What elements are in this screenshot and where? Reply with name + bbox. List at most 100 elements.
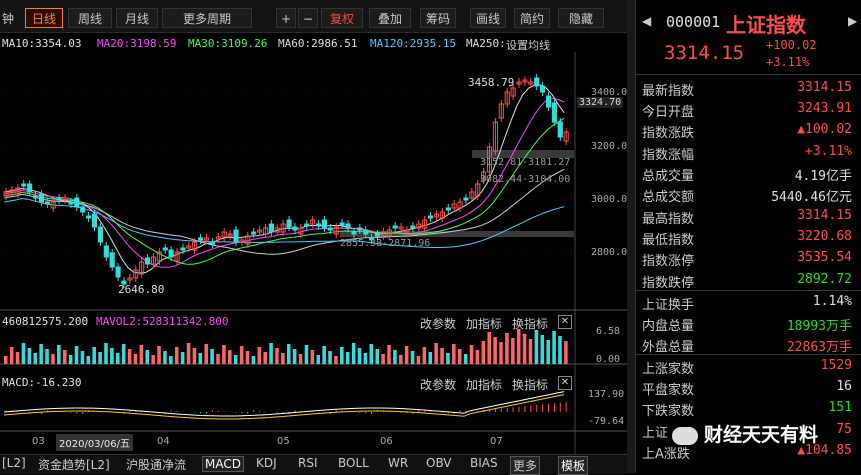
candle xyxy=(115,266,121,278)
vol-switch-indicator-button[interactable]: 换指标 xyxy=(512,315,548,332)
candle xyxy=(162,247,168,251)
tab-northbound[interactable]: 沪股通净流 xyxy=(126,456,186,473)
prev-stock-icon[interactable]: ◀ xyxy=(642,14,651,28)
quote-row-value: ▲100.02 xyxy=(797,122,852,137)
x-axis-label: 04 xyxy=(157,436,170,447)
candle xyxy=(374,233,381,237)
adjust-button[interactable]: 复权 xyxy=(321,8,363,28)
tab-l2[interactable]: [L2] xyxy=(2,456,26,470)
quote-row-label: 指数涨跌 xyxy=(642,126,695,141)
draw-button[interactable]: 画线 xyxy=(470,8,506,28)
volume-bar xyxy=(74,346,79,364)
volume-bar xyxy=(328,351,332,364)
candle xyxy=(345,223,351,229)
vol-tick-bottom: 0.00 xyxy=(596,354,621,365)
candle xyxy=(315,223,322,227)
x-axis-label: 05 xyxy=(277,436,290,447)
tab-macd[interactable]: MACD xyxy=(202,456,244,472)
hide-button[interactable]: 隐藏 xyxy=(558,8,604,28)
volume-bar xyxy=(351,343,356,364)
quote-row-value: 18993万手 xyxy=(786,319,852,334)
overlay-button[interactable]: 叠加 xyxy=(369,8,411,28)
vol-change-params-button[interactable]: 改参数 xyxy=(420,315,456,332)
candle xyxy=(32,195,39,199)
quote-row: 上涨家数 1529 xyxy=(642,358,852,379)
tab-fund-trend[interactable]: 资金趋势[L2] xyxy=(38,456,110,473)
cursor-price-label: 3324.70 xyxy=(577,97,624,108)
zoom-in-button[interactable]: + xyxy=(276,8,296,28)
volume-bar xyxy=(269,343,273,364)
tab-kdj[interactable]: KDJ xyxy=(256,456,277,470)
period-monthly-button[interactable]: 月线 xyxy=(116,8,158,28)
quote-row: 最低指数 3220.68 xyxy=(642,229,852,250)
volume-bar xyxy=(245,351,250,364)
macd-change-params-button[interactable]: 改参数 xyxy=(420,376,456,393)
macd-add-indicator-button[interactable]: 加指标 xyxy=(466,376,502,393)
volume-bar xyxy=(51,354,55,364)
volume-bar xyxy=(322,346,326,364)
quote-row: 总成交量 4.19亿手 xyxy=(642,165,852,186)
quote-row-value: 151 xyxy=(828,400,852,415)
candle xyxy=(428,215,434,219)
candle xyxy=(198,237,204,241)
period-weekly-button[interactable]: 周线 xyxy=(68,8,112,28)
vol-close-icon[interactable]: ✕ xyxy=(558,315,572,329)
volume-bar xyxy=(110,348,114,364)
toolbar-partial-label: 钟 xyxy=(2,12,15,26)
candle xyxy=(56,197,62,201)
quote-row-label: 总成交额 xyxy=(642,190,695,205)
volume-bar xyxy=(534,330,539,364)
period-daily-button[interactable]: 日线 xyxy=(25,8,63,28)
splitter[interactable] xyxy=(627,0,635,473)
next-stock-icon[interactable]: ▶ xyxy=(848,14,857,28)
volume-bar xyxy=(375,349,379,364)
volume-bar xyxy=(98,352,102,364)
candle xyxy=(251,231,257,235)
candle xyxy=(327,227,333,231)
volume-bar xyxy=(15,352,20,364)
tab-obv[interactable]: OBV xyxy=(426,456,452,470)
ma-settings-link[interactable]: 设置均线 xyxy=(506,37,550,53)
quote-row-label: 最低指数 xyxy=(642,233,695,248)
simple-button[interactable]: 简约 xyxy=(514,8,550,28)
quote-row: 今日开盘 3243.91 xyxy=(642,101,852,122)
volume-bar xyxy=(440,348,444,364)
quote-row-value: +3.11% xyxy=(805,144,852,159)
volume-bar xyxy=(27,348,32,364)
macd-switch-indicator-button[interactable]: 换指标 xyxy=(512,376,548,393)
volume-bar xyxy=(151,355,155,364)
vol-add-indicator-button[interactable]: 加指标 xyxy=(466,315,502,332)
ma60-label: MA60:2986.51 xyxy=(278,37,358,50)
volume-bar xyxy=(505,333,509,364)
tab-rsi[interactable]: RSI xyxy=(298,456,318,470)
quote-row-value: 4.19亿手 xyxy=(794,169,852,184)
kline-chart[interactable] xyxy=(0,52,627,454)
tab-bias[interactable]: BIAS xyxy=(470,456,498,470)
volume-bar xyxy=(511,338,515,364)
tab-wr[interactable]: WR xyxy=(388,456,408,470)
volume-bar xyxy=(222,345,226,364)
zoom-out-button[interactable]: − xyxy=(298,8,318,28)
quote-row: 上证换手 1.14% xyxy=(642,294,852,315)
volume-bar xyxy=(487,332,491,364)
tab-more[interactable]: 更多 xyxy=(510,456,541,475)
volume-bar xyxy=(86,356,91,364)
volume-bar xyxy=(228,350,232,364)
chips-button[interactable]: 筹码 xyxy=(420,8,456,28)
tab-boll[interactable]: BOLL xyxy=(338,456,369,470)
volume-bar xyxy=(275,348,279,364)
volume-bar xyxy=(475,350,480,364)
volume-bar xyxy=(469,345,474,364)
volume-bar xyxy=(57,345,61,364)
quote-row-label: 最高指数 xyxy=(642,212,695,227)
tab-template[interactable]: 模板 xyxy=(558,456,589,475)
volume-bar xyxy=(4,356,8,364)
macd-close-icon[interactable]: ✕ xyxy=(558,376,572,390)
volume-bar xyxy=(558,336,562,364)
period-more-button[interactable]: 更多周期 xyxy=(162,8,252,28)
volume-bar xyxy=(80,351,85,364)
volume-bar xyxy=(564,341,568,364)
candle xyxy=(534,77,540,87)
volume-bar xyxy=(399,355,403,364)
volume-bar xyxy=(233,355,238,364)
